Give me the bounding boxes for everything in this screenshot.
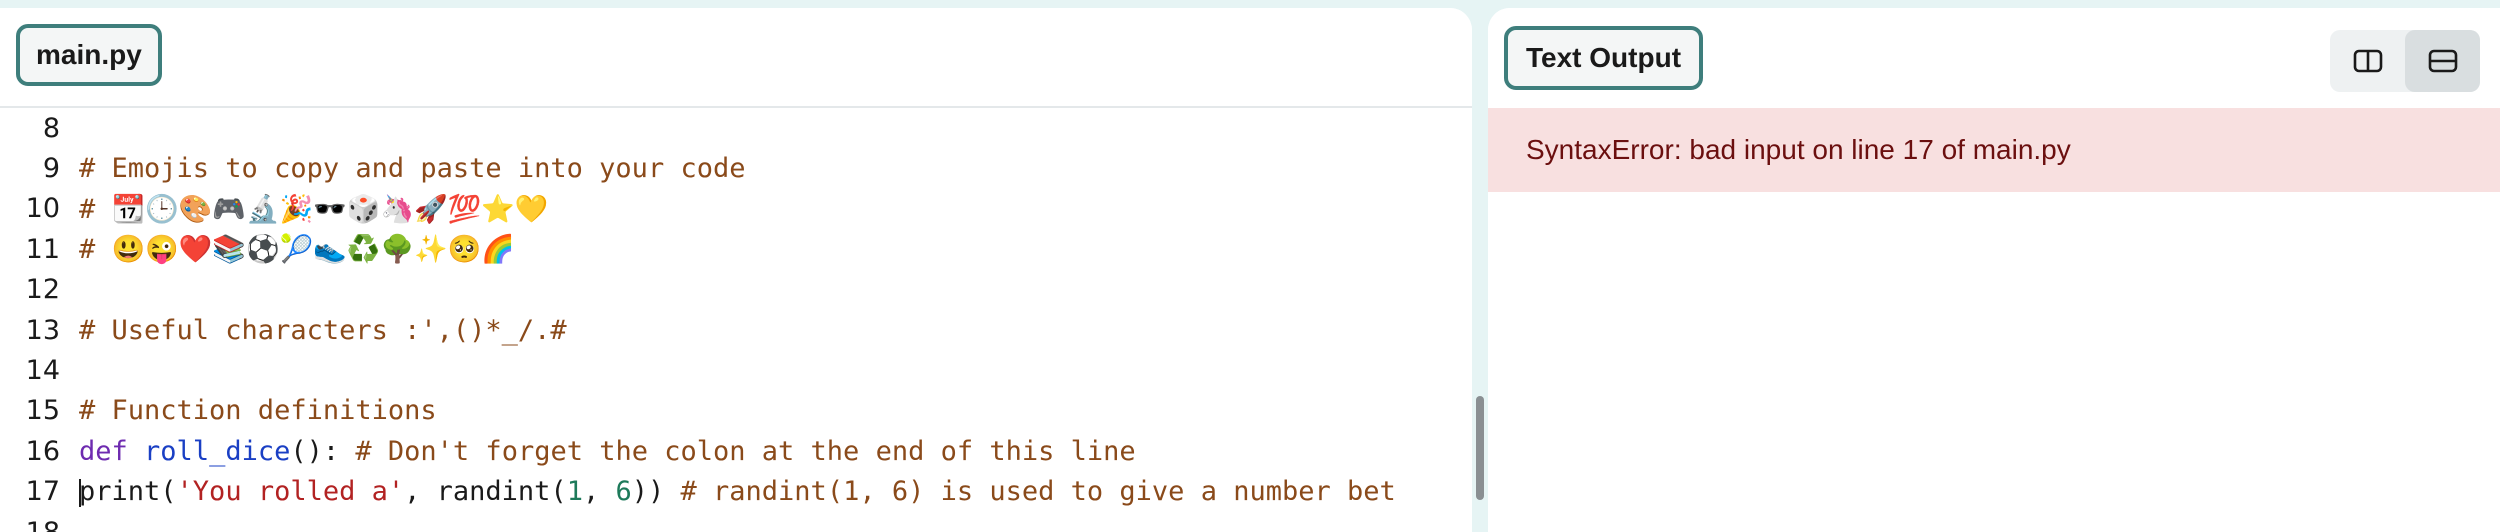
code-token: def xyxy=(79,435,128,467)
stacked-view-button[interactable] xyxy=(2405,30,2480,92)
code-token: (): xyxy=(290,435,356,467)
code-line[interactable]: 17 print('You rolled a', randint(1, 6)) #… xyxy=(0,472,1472,512)
line-number: 14 xyxy=(25,354,60,386)
line-number: 12 xyxy=(25,274,60,306)
line-number: 16 xyxy=(25,435,60,467)
code-token: )) xyxy=(631,476,681,508)
code-token: 1 xyxy=(566,476,583,508)
output-header: Text Output xyxy=(1488,8,2500,106)
error-message: SyntaxError: bad input on line 17 of mai… xyxy=(1488,108,2500,192)
code-line[interactable]: 16 def roll_dice(): # Don't forget the co… xyxy=(0,431,1472,471)
app-root: main.py 8 9 # Emojis to copy and paste int… xyxy=(0,0,2500,532)
code-text: print('You rolled a', randint(1, 6)) # r… xyxy=(79,476,1396,507)
code-line[interactable]: 8 xyxy=(0,108,1472,148)
line-number: 8 xyxy=(42,112,60,144)
editor-header: main.py xyxy=(0,8,1472,108)
line-number: 15 xyxy=(25,395,60,427)
output-panel: Text Output SyntaxError: bad input on li… xyxy=(1488,8,2500,532)
code-line[interactable]: 15 # Function definitions xyxy=(0,391,1472,431)
code-line[interactable]: 14 xyxy=(0,350,1472,390)
code-token: # Function definitions xyxy=(79,395,437,427)
stacked-view-icon xyxy=(2428,49,2457,73)
code-token: roll_dice xyxy=(144,435,291,467)
line-number: 13 xyxy=(25,314,60,346)
code-token: # 📆🕒🎨🎮🔬🎉🕶️🎲🦄🚀💯⭐💛 xyxy=(79,193,549,225)
line-number: 18 xyxy=(25,516,60,532)
code-line[interactable]: 12 xyxy=(0,270,1472,310)
code-text: # Function definitions xyxy=(79,395,437,426)
code-token: print( xyxy=(79,476,177,508)
code-text: # Emojis to copy and paste into your cod… xyxy=(79,153,745,184)
code-line[interactable]: 18 xyxy=(0,512,1472,532)
code-token: , randint( xyxy=(404,476,567,508)
code-text: # 😃😜❤️📚⚽🎾👟♻️🌳✨🥺🌈 xyxy=(79,233,515,265)
code-token: 6 xyxy=(615,476,632,508)
side-by-side-view-icon xyxy=(2353,49,2382,73)
code-token: 'You rolled a' xyxy=(176,476,405,508)
code-token: # 😃😜❤️📚⚽🎾👟♻️🌳✨🥺🌈 xyxy=(79,234,515,266)
text-output-tab[interactable]: Text Output xyxy=(1504,26,1704,90)
code-token: # randint(1, 6) is used to give a number… xyxy=(680,476,1396,508)
line-number: 17 xyxy=(25,476,60,508)
code-token: # Don't forget the colon at the end of t… xyxy=(355,435,1136,467)
file-tab-main-py[interactable]: main.py xyxy=(16,24,162,86)
line-number: 10 xyxy=(25,193,60,225)
side-by-side-view-button[interactable] xyxy=(2330,30,2405,92)
view-toggle xyxy=(2330,30,2480,92)
editor-scrollbar[interactable] xyxy=(1476,396,1484,500)
code-token: # Useful characters :',()*_/.# xyxy=(79,314,567,346)
line-number: 11 xyxy=(25,233,60,265)
code-token: , xyxy=(582,476,616,508)
code-text: # Useful characters :',()*_/.# xyxy=(79,315,567,346)
code-token: # Emojis to copy and paste into your cod… xyxy=(79,152,746,184)
code-line[interactable]: 11 # 😃😜❤️📚⚽🎾👟♻️🌳✨🥺🌈 xyxy=(0,229,1472,269)
code-editor[interactable]: 8 9 # Emojis to copy and paste into your c… xyxy=(0,108,1472,532)
line-number: 9 xyxy=(42,152,60,184)
code-text: # 📆🕒🎨🎮🔬🎉🕶️🎲🦄🚀💯⭐💛 xyxy=(79,193,549,225)
code-line[interactable]: 13 # Useful characters :',()*_/.# xyxy=(0,310,1472,350)
editor-panel: main.py 8 9 # Emojis to copy and paste int… xyxy=(0,8,1472,532)
code-line[interactable]: 9 # Emojis to copy and paste into your co… xyxy=(0,148,1472,188)
code-text: def roll_dice(): # Don't forget the colo… xyxy=(79,436,1136,467)
code-line[interactable]: 10 # 📆🕒🎨🎮🔬🎉🕶️🎲🦄🚀💯⭐💛 xyxy=(0,189,1472,229)
